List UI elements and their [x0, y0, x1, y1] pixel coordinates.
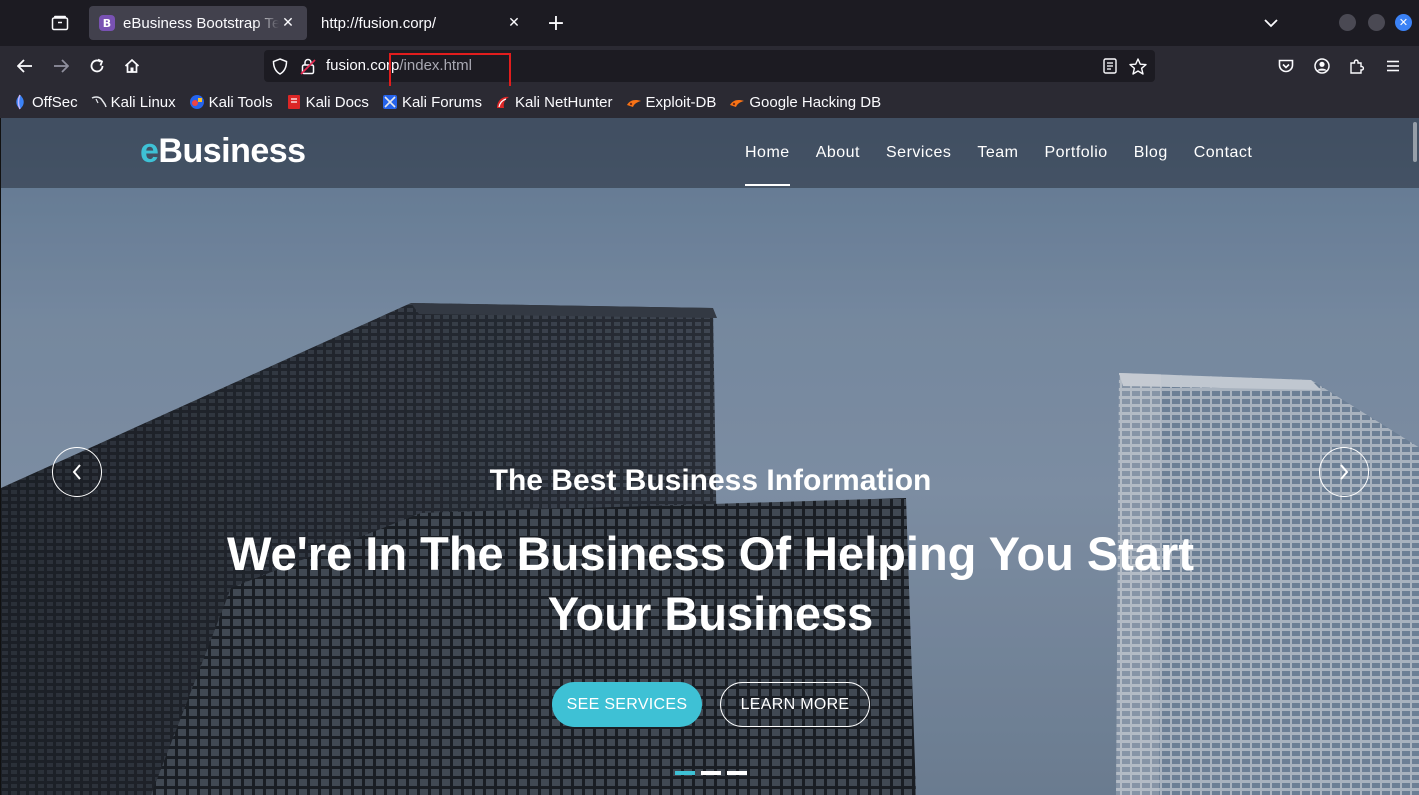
tab-ebusiness[interactable]: B eBusiness Bootstrap Template ✕	[89, 6, 307, 40]
chevron-down-icon	[1264, 18, 1278, 27]
home-button[interactable]	[118, 52, 146, 80]
tab-fusion-corp[interactable]: http://fusion.corp/ ✕	[311, 6, 533, 40]
back-arrow-icon	[17, 59, 32, 73]
bookmark-label: Kali Tools	[208, 93, 273, 111]
nav-services[interactable]: Services	[886, 118, 951, 188]
pocket-button[interactable]	[1272, 52, 1300, 80]
bookmark-google-hacking-db[interactable]: Google Hacking DB	[729, 94, 881, 111]
bookmark-label: OffSec	[32, 93, 78, 111]
list-all-tabs-button[interactable]	[1258, 11, 1284, 35]
minimize-window-button[interactable]	[1339, 14, 1356, 31]
kali-tools-icon	[189, 94, 205, 110]
reload-button[interactable]	[83, 52, 111, 80]
bookmark-label: Google Hacking DB	[749, 93, 882, 111]
tab-title: http://fusion.corp/	[321, 14, 437, 32]
nav-home[interactable]: Home	[745, 118, 790, 188]
reload-icon	[90, 58, 104, 73]
bootstrap-favicon-icon: B	[99, 15, 115, 31]
forward-arrow-icon	[54, 59, 69, 73]
bookmark-kali-linux[interactable]: Kali Linux	[91, 94, 176, 111]
page-viewport: eBusiness Home About Services Team Portf…	[0, 118, 1419, 795]
close-tab-icon[interactable]: ✕	[279, 14, 297, 32]
bookmark-star-icon[interactable]	[1129, 57, 1147, 75]
tab-title: eBusiness Bootstrap Template	[123, 14, 279, 32]
site-nav: Home About Services Team Portfolio Blog …	[745, 118, 1278, 188]
bookmark-label: Kali Docs	[305, 93, 369, 111]
page-scrollbar[interactable]	[1413, 122, 1417, 162]
plus-icon: +	[546, 10, 566, 36]
bookmark-kali-forums[interactable]: Kali Forums	[382, 94, 482, 111]
pocket-icon	[1278, 59, 1294, 72]
site-header: eBusiness Home About Services Team Portf…	[1, 118, 1419, 188]
nav-portfolio[interactable]: Portfolio	[1044, 118, 1107, 188]
hamburger-menu-icon	[1387, 60, 1399, 72]
bookmark-exploit-db[interactable]: Exploit-DB	[626, 93, 717, 111]
account-button[interactable]	[1308, 52, 1336, 80]
close-window-button[interactable]: ✕	[1395, 14, 1412, 31]
bookmark-offsec[interactable]: OffSec	[12, 94, 78, 111]
logo-text: Business	[158, 132, 306, 170]
bookmark-kali-tools[interactable]: Kali Tools	[189, 94, 273, 111]
site-logo[interactable]: eBusiness	[140, 132, 306, 171]
exploit-db-icon	[626, 94, 642, 110]
insecure-lock-icon[interactable]	[299, 57, 317, 75]
hero-overlay	[1, 118, 1419, 795]
logo-accent: e	[140, 132, 159, 170]
address-bar[interactable]: fusion.corp/index.html	[264, 50, 1155, 91]
bookmark-label: Exploit-DB	[645, 93, 717, 111]
tab-strip: B eBusiness Bootstrap Template ✕ http://…	[0, 0, 1419, 46]
navigation-toolbar: fusion.corp/index.html	[0, 46, 1419, 91]
bookmark-kali-docs[interactable]: Kali Docs	[286, 94, 369, 111]
firefox-view-icon	[51, 15, 69, 31]
nethunter-icon	[495, 94, 511, 110]
kali-dragon-icon	[91, 94, 107, 110]
ghdb-icon	[729, 94, 745, 110]
bookmark-label: Kali NetHunter	[514, 93, 613, 111]
see-services-button[interactable]: SEE SERVICES	[552, 682, 702, 727]
bookmark-kali-nethunter[interactable]: Kali NetHunter	[495, 94, 613, 111]
nav-about[interactable]: About	[816, 118, 860, 188]
hero-title: We're In The Business Of Helping You Sta…	[226, 527, 1194, 640]
offsec-icon	[12, 94, 28, 110]
firefox-view-button[interactable]	[44, 8, 76, 38]
nav-team[interactable]: Team	[977, 118, 1018, 188]
url-host: fusion.co	[326, 57, 387, 74]
home-icon	[124, 58, 140, 73]
carousel-indicator[interactable]	[701, 771, 721, 775]
bookmarks-toolbar: OffSec Kali Linux Kali Tools Kali Docs K…	[0, 86, 1419, 118]
hero-subtitle: The Best Business Information	[489, 464, 932, 497]
bookmark-label: Kali Forums	[401, 93, 482, 111]
account-icon	[1314, 58, 1330, 74]
kali-docs-icon	[286, 94, 302, 110]
tracking-protection-shield-icon[interactable]	[271, 57, 289, 75]
carousel-indicator[interactable]	[727, 771, 747, 775]
maximize-window-button[interactable]	[1368, 14, 1385, 31]
puzzle-piece-icon	[1350, 59, 1365, 74]
kali-forums-icon	[382, 94, 398, 110]
close-icon: ✕	[1398, 16, 1409, 29]
learn-more-button[interactable]: LEARN MORE	[720, 682, 870, 727]
reader-view-icon[interactable]	[1101, 57, 1119, 75]
forward-button[interactable]	[47, 52, 75, 80]
nav-blog[interactable]: Blog	[1134, 118, 1168, 188]
back-button[interactable]	[11, 52, 39, 80]
carousel-indicator[interactable]	[675, 771, 695, 775]
new-tab-button[interactable]: +	[542, 9, 570, 37]
nav-contact[interactable]: Contact	[1194, 118, 1253, 188]
carousel-indicators	[675, 771, 753, 775]
extensions-button[interactable]	[1343, 52, 1371, 80]
app-menu-button[interactable]	[1379, 52, 1407, 80]
close-tab-icon[interactable]: ✕	[505, 14, 523, 32]
bookmark-label: Kali Linux	[110, 93, 176, 111]
